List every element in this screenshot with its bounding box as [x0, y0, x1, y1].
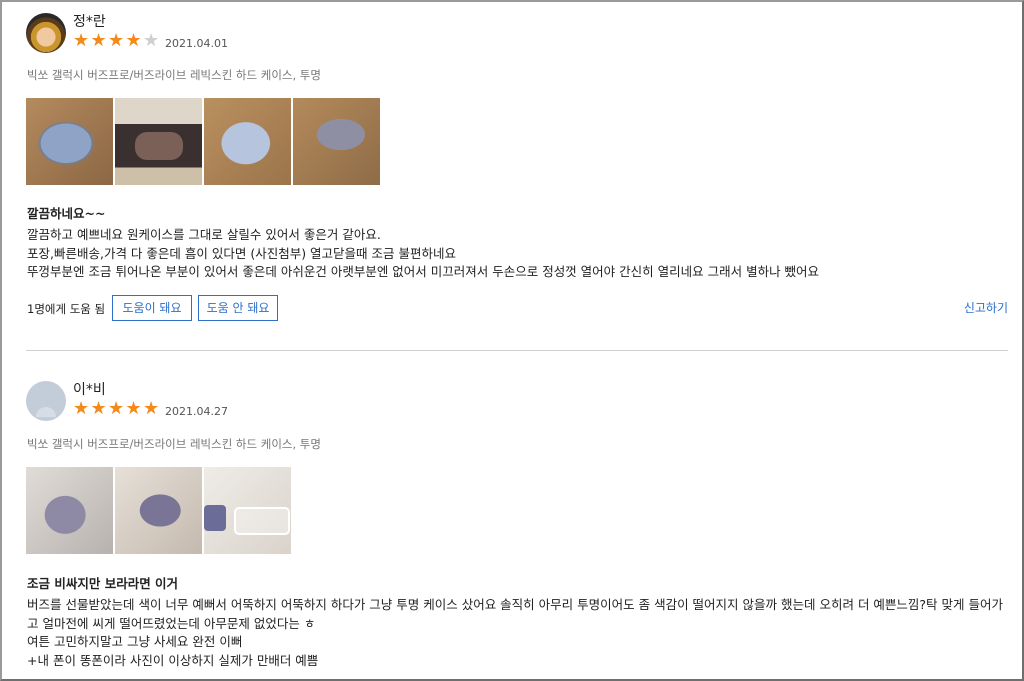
review-photo-thumbnail[interactable]	[26, 467, 113, 554]
review-header: 이*비 ★ ★ ★ ★ ★ 2021.04.27	[26, 378, 1008, 422]
review-title: 깔끔하네요~~	[27, 206, 106, 221]
review-photos	[26, 98, 382, 185]
product-option: 빅쏘 갤럭시 버즈프로/버즈라이브 레빅스킨 하드 케이스, 투명	[27, 437, 321, 451]
avatar	[26, 13, 66, 53]
review-date: 2021.04.27	[165, 405, 228, 418]
review-divider	[26, 350, 1008, 351]
helpful-count: 1명에게 도움 됨	[27, 302, 106, 316]
report-link[interactable]: 신고하기	[964, 299, 1008, 316]
helpful-row: 1명에게 도움 됨 도움이 돼요 도움 안 돼요 신고하기	[26, 295, 1008, 321]
avatar	[26, 381, 66, 421]
review-item: 이*비 ★ ★ ★ ★ ★ 2021.04.27 빅쏘 갤럭시 버즈프로/버즈라…	[26, 378, 1008, 668]
star-rating: ★ ★ ★ ★ ★	[73, 32, 161, 50]
star-icon: ★	[90, 398, 107, 419]
star-icon: ★	[73, 398, 90, 419]
review-title: 조금 비싸지만 보라라면 이거	[27, 576, 179, 591]
review-photo-thumbnail[interactable]	[204, 467, 291, 554]
review-photo-thumbnail[interactable]	[115, 98, 202, 185]
review-photos	[26, 467, 293, 554]
review-body: 버즈를 선물받았는데 색이 너무 예뻐서 어뚝하지 어뚝하지 하다가 그냥 투명…	[27, 597, 1003, 668]
star-icon: ★	[73, 30, 90, 51]
star-rating: ★ ★ ★ ★ ★	[73, 400, 161, 418]
star-icon: ★	[108, 398, 125, 419]
review-list: 정*란 ★ ★ ★ ★ ★ 2021.04.01 빅쏘 갤럭시 버즈프로/버즈라…	[0, 0, 1024, 681]
star-icon: ★	[108, 30, 125, 51]
star-icon: ★	[125, 30, 142, 51]
helpful-yes-button[interactable]: 도움이 돼요	[112, 295, 192, 321]
review-photo-thumbnail[interactable]	[204, 98, 291, 185]
product-option: 빅쏘 갤럭시 버즈프로/버즈라이브 레빅스킨 하드 케이스, 투명	[27, 68, 321, 82]
reviewer-name: 이*비	[73, 382, 106, 398]
star-icon: ★	[125, 398, 142, 419]
review-body: 깔끔하고 예쁘네요 원케이스를 그대로 살릴수 있어서 좋은거 같아요. 포장,…	[27, 227, 820, 279]
star-icon: ★	[143, 398, 160, 419]
star-icon: ★	[90, 30, 107, 51]
star-empty-icon: ★	[143, 30, 160, 51]
review-date: 2021.04.01	[165, 37, 228, 50]
review-photo-thumbnail[interactable]	[26, 98, 113, 185]
review-photo-thumbnail[interactable]	[293, 98, 380, 185]
review-photo-thumbnail[interactable]	[115, 467, 202, 554]
helpful-no-button[interactable]: 도움 안 돼요	[198, 295, 278, 321]
reviewer-name: 정*란	[73, 14, 106, 30]
review-item: 정*란 ★ ★ ★ ★ ★ 2021.04.01 빅쏘 갤럭시 버즈프로/버즈라…	[26, 10, 1008, 321]
review-header: 정*란 ★ ★ ★ ★ ★ 2021.04.01	[26, 10, 1008, 54]
